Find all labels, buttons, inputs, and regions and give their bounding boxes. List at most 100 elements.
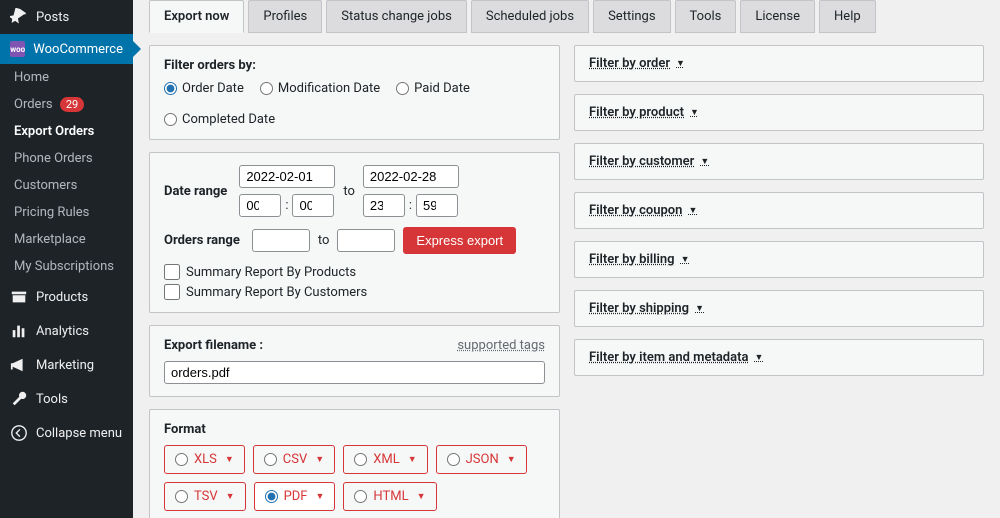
format-label: Format	[164, 422, 545, 437]
label: Analytics	[36, 324, 89, 339]
chart-icon	[10, 322, 28, 340]
radio[interactable]	[164, 82, 177, 95]
format-option-csv[interactable]: CSV	[253, 445, 335, 474]
filter-panel-filter-by-item-and-metadata: Filter by item and metadata	[574, 339, 984, 376]
sidebar-item-analytics[interactable]: Analytics	[0, 314, 133, 348]
format-option-html[interactable]: HTML	[343, 482, 436, 511]
time-from-m[interactable]	[292, 194, 334, 217]
radio[interactable]	[265, 490, 278, 503]
woo-icon: woo	[10, 41, 25, 57]
wrench-icon	[10, 390, 28, 408]
label: Posts	[36, 10, 69, 25]
date-to-input[interactable]	[363, 165, 459, 188]
orders-range-label: Orders range	[164, 233, 240, 248]
radio[interactable]	[175, 453, 188, 466]
label: TSV	[194, 489, 218, 504]
format-option-xml[interactable]: XML	[343, 445, 427, 474]
sidebar-item-marketing[interactable]: Marketing	[0, 348, 133, 382]
filename-input[interactable]	[164, 361, 545, 384]
date-option-order-date[interactable]: Order Date	[164, 81, 244, 96]
filter-panel-filter-by-order: Filter by order	[574, 45, 984, 82]
filter-panel-filter-by-coupon: Filter by coupon	[574, 192, 984, 229]
tab-settings[interactable]: Settings	[593, 0, 670, 33]
format-option-json[interactable]: JSON	[436, 445, 527, 474]
supported-tags-link[interactable]: supported tags	[457, 338, 545, 353]
radio[interactable]	[354, 453, 367, 466]
tab-profiles[interactable]: Profiles	[248, 0, 322, 33]
radio[interactable]	[175, 490, 188, 503]
date-from-input[interactable]	[239, 165, 335, 188]
sidebar-sub-export-orders[interactable]: Export Orders	[0, 118, 133, 145]
checkbox[interactable]	[164, 284, 180, 300]
time-from-h[interactable]	[239, 194, 281, 217]
tabs: Export nowProfilesStatus change jobsSche…	[149, 0, 984, 33]
summary-customers-check[interactable]: Summary Report By Customers	[164, 284, 545, 300]
label: Tools	[36, 392, 68, 407]
sidebar-sub-marketplace[interactable]: Marketplace	[0, 226, 133, 253]
filter-toggle[interactable]: Filter by item and metadata	[589, 350, 763, 365]
checkbox[interactable]	[164, 264, 180, 280]
radio[interactable]	[264, 453, 277, 466]
time-to-m[interactable]	[416, 194, 458, 217]
filter-toggle[interactable]: Filter by customer	[589, 154, 709, 169]
sidebar-sub-my-subscriptions[interactable]: My Subscriptions	[0, 253, 133, 280]
radio[interactable]	[447, 453, 460, 466]
sidebar-collapse[interactable]: Collapse menu	[0, 416, 133, 450]
sidebar-item-products[interactable]: Products	[0, 280, 133, 314]
pin-icon	[10, 8, 28, 26]
label: Orders	[14, 97, 53, 112]
label: Collapse menu	[36, 426, 122, 441]
express-export-button[interactable]: Express export	[403, 227, 516, 254]
filter-panel-filter-by-shipping: Filter by shipping	[574, 290, 984, 327]
date-range-label: Date range	[164, 184, 227, 199]
radio[interactable]	[354, 490, 367, 503]
summary-products-check[interactable]: Summary Report By Products	[164, 264, 545, 280]
filter-toggle[interactable]: Filter by order	[589, 56, 685, 71]
filter-toggle[interactable]: Filter by billing	[589, 252, 690, 267]
format-option-pdf[interactable]: PDF	[254, 482, 336, 511]
filter-by-label: Filter orders by:	[164, 58, 545, 73]
filter-toggle[interactable]: Filter by product	[589, 105, 699, 120]
colon: :	[285, 198, 288, 213]
sidebar-item-woocommerce[interactable]: woo WooCommerce	[0, 34, 133, 64]
time-to-h[interactable]	[363, 194, 405, 217]
orders-to-input[interactable]	[337, 229, 395, 252]
tab-tools[interactable]: Tools	[675, 0, 737, 33]
sidebar-item-posts[interactable]: Posts	[0, 0, 133, 34]
label: Summary Report By Products	[186, 265, 356, 280]
date-option-modification-date[interactable]: Modification Date	[260, 81, 380, 96]
collapse-icon	[10, 424, 28, 442]
radio[interactable]	[164, 113, 177, 126]
range-panel: Date range : to	[149, 152, 560, 313]
colon: :	[409, 198, 412, 213]
sidebar-item-tools[interactable]: Tools	[0, 382, 133, 416]
sidebar-sub-phone-orders[interactable]: Phone Orders	[0, 145, 133, 172]
filter-panel-filter-by-product: Filter by product	[574, 94, 984, 131]
date-option-paid-date[interactable]: Paid Date	[396, 81, 470, 96]
label: Completed Date	[182, 112, 275, 127]
to-label: to	[343, 184, 355, 199]
label: Order Date	[182, 81, 244, 96]
tab-scheduled-jobs[interactable]: Scheduled jobs	[471, 0, 589, 33]
filter-toggle[interactable]: Filter by shipping	[589, 301, 704, 316]
sidebar-sub-customers[interactable]: Customers	[0, 172, 133, 199]
label: Marketing	[36, 358, 94, 373]
label: Summary Report By Customers	[186, 285, 367, 300]
sidebar-sub-orders[interactable]: Orders 29	[0, 91, 133, 118]
filter-toggle[interactable]: Filter by coupon	[589, 203, 697, 218]
orders-from-input[interactable]	[252, 229, 310, 252]
radio[interactable]	[260, 82, 273, 95]
sidebar-sub-home[interactable]: Home	[0, 64, 133, 91]
tab-license[interactable]: License	[740, 0, 815, 33]
date-option-completed-date[interactable]: Completed Date	[164, 112, 275, 127]
label: XML	[373, 452, 400, 467]
tab-status-change-jobs[interactable]: Status change jobs	[326, 0, 467, 33]
tab-export-now[interactable]: Export now	[149, 0, 244, 33]
tab-help[interactable]: Help	[819, 0, 876, 33]
format-option-xls[interactable]: XLS	[164, 445, 245, 474]
format-option-tsv[interactable]: TSV	[164, 482, 246, 511]
megaphone-icon	[10, 356, 28, 374]
radio[interactable]	[396, 82, 409, 95]
sidebar-sub-pricing-rules[interactable]: Pricing Rules	[0, 199, 133, 226]
filename-panel: Export filename : supported tags	[149, 325, 560, 397]
